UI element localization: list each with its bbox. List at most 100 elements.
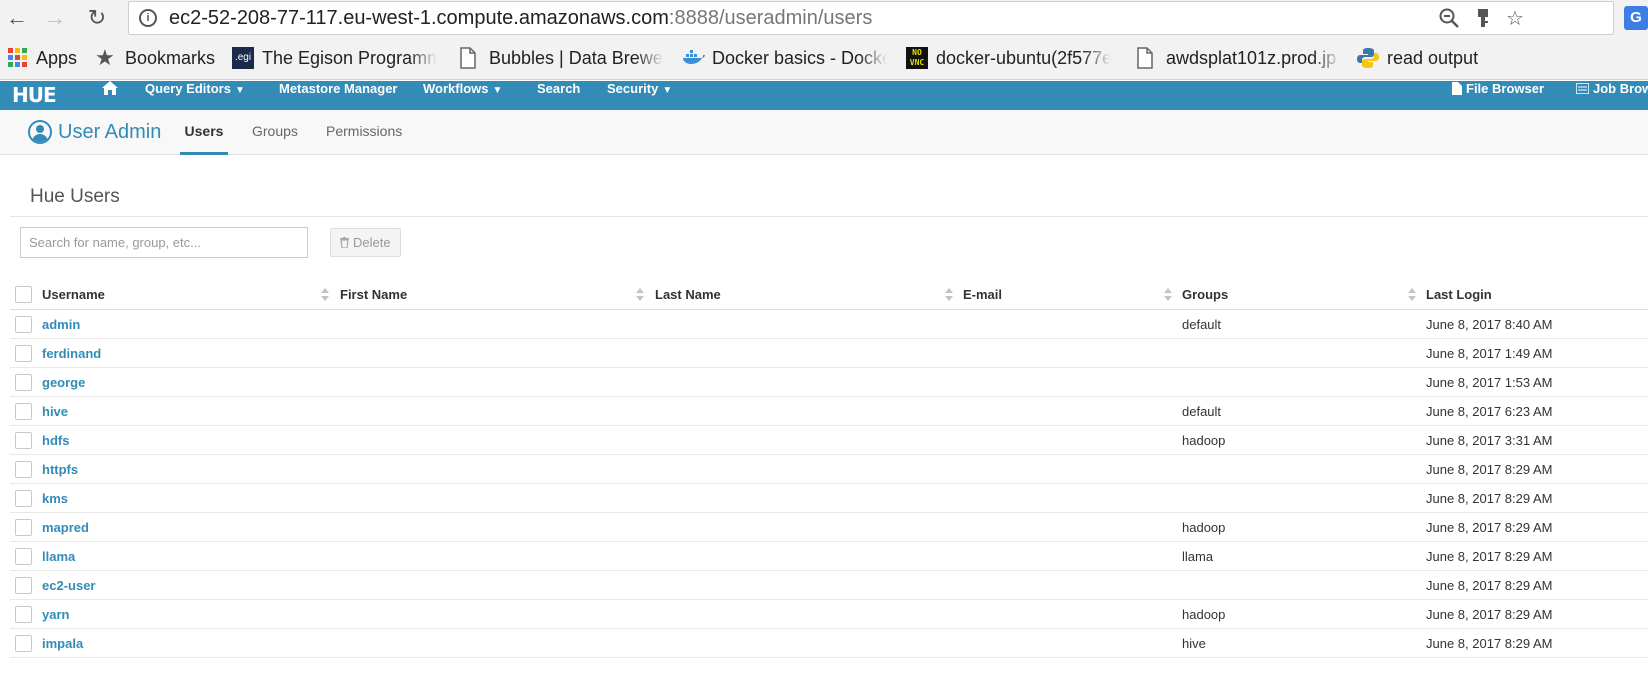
bookmark-egison[interactable]: .egi The Egison Programm xyxy=(232,46,437,70)
nav-label: Search xyxy=(537,81,581,96)
bookmark-label: Bookmarks xyxy=(125,48,216,68)
tab-groups[interactable]: Groups xyxy=(252,110,298,155)
nav-search[interactable]: Search xyxy=(537,81,580,110)
row-checkbox[interactable] xyxy=(15,403,32,420)
nav-query-editors[interactable]: Query Editors ▼ xyxy=(145,81,245,110)
select-all-checkbox[interactable] xyxy=(15,286,32,303)
star-bookmark-icon[interactable]: ☆ xyxy=(1503,7,1527,31)
cell-groups: hadoop xyxy=(1182,520,1226,535)
bookmark-docker[interactable]: Docker basics - Docke xyxy=(682,46,887,70)
sort-icon[interactable] xyxy=(636,288,644,302)
forward-arrow-icon[interactable]: → xyxy=(42,5,68,31)
url-text[interactable]: ec2-52-208-77-117.eu-west-1.compute.amaz… xyxy=(169,7,872,30)
table-row[interactable]: ec2-user June 8, 2017 8:29 AM xyxy=(10,571,1648,600)
user-admin-icon xyxy=(28,120,52,144)
cell-last-login: June 8, 2017 1:53 AM xyxy=(1426,375,1553,390)
table-row[interactable]: hive default June 8, 2017 6:23 AM xyxy=(10,397,1648,426)
nav-label: Security xyxy=(607,81,659,96)
nav-label: Job Brow xyxy=(1593,81,1648,96)
username-link[interactable]: impala xyxy=(42,636,83,651)
nav-job-browser[interactable]: Job Brow xyxy=(1575,81,1648,110)
col-first-name[interactable]: First Name xyxy=(340,287,407,302)
col-username[interactable]: Username xyxy=(42,287,105,302)
users-table: Username First Name Last Name E-mail Gro… xyxy=(10,280,1648,658)
table-row[interactable]: yarn hadoop June 8, 2017 8:29 AM xyxy=(10,600,1648,629)
hue-logo[interactable]: HUE xyxy=(12,85,57,105)
home-icon[interactable] xyxy=(102,81,118,110)
row-checkbox[interactable] xyxy=(15,548,32,565)
col-groups[interactable]: Groups xyxy=(1182,287,1228,302)
table-row[interactable]: llama llama June 8, 2017 8:29 AM xyxy=(10,542,1648,571)
row-checkbox[interactable] xyxy=(15,461,32,478)
username-link[interactable]: httpfs xyxy=(42,462,78,477)
row-checkbox[interactable] xyxy=(15,577,32,594)
zoom-icon[interactable] xyxy=(1437,7,1461,31)
username-link[interactable]: hdfs xyxy=(42,433,69,448)
row-checkbox[interactable] xyxy=(15,490,32,507)
back-arrow-icon[interactable]: ← xyxy=(4,5,30,31)
bookmark-bookmarks[interactable]: ★ Bookmarks xyxy=(95,46,215,70)
table-row[interactable]: george June 8, 2017 1:53 AM xyxy=(10,368,1648,397)
hue-navbar: HUE Query Editors ▼ Metastore Manager Wor… xyxy=(0,81,1648,110)
username-link[interactable]: kms xyxy=(42,491,68,506)
table-row[interactable]: mapred hadoop June 8, 2017 8:29 AM xyxy=(10,513,1648,542)
nav-workflows[interactable]: Workflows ▼ xyxy=(423,81,502,110)
nav-security[interactable]: Security ▼ xyxy=(607,81,672,110)
sort-icon[interactable] xyxy=(1164,288,1172,302)
row-checkbox[interactable] xyxy=(15,374,32,391)
username-link[interactable]: admin xyxy=(42,317,80,332)
reload-icon[interactable]: ↻ xyxy=(84,5,110,31)
divider xyxy=(10,216,1648,217)
table-row[interactable]: kms June 8, 2017 8:29 AM xyxy=(10,484,1648,513)
col-email[interactable]: E-mail xyxy=(963,287,1002,302)
delete-button[interactable]: Delete xyxy=(330,228,401,257)
username-link[interactable]: hive xyxy=(42,404,68,419)
sort-icon[interactable] xyxy=(1408,288,1416,302)
address-bar[interactable]: i ec2-52-208-77-117.eu-west-1.compute.am… xyxy=(128,1,1614,35)
row-checkbox[interactable] xyxy=(15,519,32,536)
search-input[interactable] xyxy=(20,227,308,258)
nav-metastore-manager[interactable]: Metastore Manager xyxy=(279,81,397,110)
username-link[interactable]: george xyxy=(42,375,85,390)
bookmark-bubbles[interactable]: Bubbles | Data Brewer xyxy=(459,46,664,70)
info-icon[interactable]: i xyxy=(139,9,157,27)
col-last-login[interactable]: Last Login xyxy=(1426,287,1492,302)
sort-icon[interactable] xyxy=(321,288,329,302)
table-row[interactable]: hdfs hadoop June 8, 2017 3:31 AM xyxy=(10,426,1648,455)
nav-file-browser[interactable]: File Browser xyxy=(1452,81,1544,110)
bookmark-label: Apps xyxy=(36,48,78,68)
table-row[interactable]: impala hive June 8, 2017 8:29 AM xyxy=(10,629,1648,658)
nav-label: Metastore Manager xyxy=(279,81,398,96)
tab-permissions[interactable]: Permissions xyxy=(326,110,402,155)
row-checkbox[interactable] xyxy=(15,345,32,362)
col-last-name[interactable]: Last Name xyxy=(655,287,721,302)
key-icon[interactable] xyxy=(1471,7,1495,31)
row-checkbox[interactable] xyxy=(15,316,32,333)
sort-icon[interactable] xyxy=(945,288,953,302)
tab-users[interactable]: Users xyxy=(180,110,228,155)
extension-icon[interactable]: G xyxy=(1624,6,1648,30)
username-link[interactable]: llama xyxy=(42,549,75,564)
username-link[interactable]: ec2-user xyxy=(42,578,95,593)
bookmark-label: read output xyxy=(1387,48,1479,68)
row-checkbox[interactable] xyxy=(15,635,32,652)
row-checkbox[interactable] xyxy=(15,606,32,623)
bookmark-apps[interactable]: Apps xyxy=(8,46,77,70)
username-link[interactable]: yarn xyxy=(42,607,69,622)
cell-last-login: June 8, 2017 8:29 AM xyxy=(1426,549,1553,564)
bookmark-label: awdsplat101z.prod.jp xyxy=(1166,48,1337,68)
bookmark-read-output[interactable]: read output xyxy=(1357,46,1478,70)
username-link[interactable]: ferdinand xyxy=(42,346,101,361)
cell-last-login: June 8, 2017 1:49 AM xyxy=(1426,346,1553,361)
table-row[interactable]: admin default June 8, 2017 8:40 AM xyxy=(10,310,1648,339)
page-icon xyxy=(459,47,481,69)
table-row[interactable]: httpfs June 8, 2017 8:29 AM xyxy=(10,455,1648,484)
table-row[interactable]: ferdinand June 8, 2017 1:49 AM xyxy=(10,339,1648,368)
bookmark-docker-ubuntu[interactable]: NO VNC docker-ubuntu(2f577e xyxy=(906,46,1111,70)
page-icon xyxy=(1136,47,1158,69)
username-link[interactable]: mapred xyxy=(42,520,89,535)
bookmark-awdsplat[interactable]: awdsplat101z.prod.jp xyxy=(1136,46,1341,70)
row-checkbox[interactable] xyxy=(15,432,32,449)
cell-last-login: June 8, 2017 8:40 AM xyxy=(1426,317,1553,332)
app-title[interactable]: User Admin xyxy=(58,121,161,144)
